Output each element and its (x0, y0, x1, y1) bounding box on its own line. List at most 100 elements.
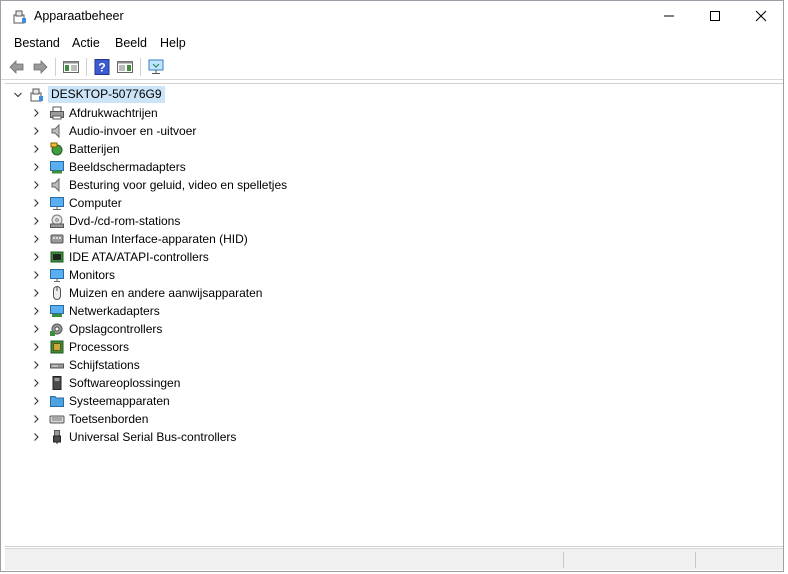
tree-item-printers[interactable]: Afdrukwachtrijen (5, 104, 605, 122)
tree-item-label: Systeemapparaten (69, 394, 170, 408)
tree-item-system-devices[interactable]: Systeemapparaten (5, 392, 605, 410)
computer-icon (50, 197, 64, 210)
battery-icon (50, 142, 63, 156)
toolbar-separator (55, 58, 56, 76)
tree-item-label: Beeldschermadapters (69, 160, 186, 174)
tree-item-label: Monitors (69, 268, 116, 282)
tree-item-audio[interactable]: Audio-invoer en -uitvoer (5, 122, 605, 140)
tree-item-label: Afdrukwachtrijen (69, 106, 158, 120)
monitor-icon (50, 269, 64, 282)
maximize-button[interactable] (692, 1, 738, 31)
tree-item-hid[interactable]: Human Interface-apparaten (HID) (5, 230, 605, 248)
chevron-down-icon[interactable] (13, 90, 23, 100)
chevron-right-icon[interactable] (31, 432, 41, 442)
tree-item-dvd[interactable]: Dvd-/cd-rom-stations (5, 212, 605, 230)
menu-beeld[interactable]: Beeld (115, 36, 147, 50)
tree-item-disk-drives[interactable]: Schijfstations (5, 356, 605, 374)
tree-item-label: Besturing voor geluid, video en spelletj… (69, 178, 288, 192)
device-manager-window: Apparaatbeheer Bestand Actie Beeld Help (0, 0, 784, 572)
chevron-right-icon[interactable] (31, 288, 41, 298)
close-icon (755, 10, 767, 22)
menu-help[interactable]: Help (160, 36, 186, 50)
disk-drive-icon (50, 363, 64, 369)
tree-item-label: Softwareoplossingen (69, 376, 181, 390)
tree-root-label[interactable]: DESKTOP-50776G9 (48, 86, 165, 103)
forward-arrow-icon[interactable] (31, 58, 49, 76)
chevron-right-icon[interactable] (31, 144, 41, 154)
chevron-right-icon[interactable] (31, 324, 41, 334)
tree-item-computer[interactable]: Computer (5, 194, 605, 212)
help-icon[interactable]: ? (93, 58, 111, 76)
system-devices-icon (50, 396, 64, 407)
maximize-icon (710, 11, 720, 21)
tree-item-storage-controllers[interactable]: Opslagcontrollers (5, 320, 605, 338)
tree-item-label: Human Interface-apparaten (HID) (69, 232, 248, 246)
close-button[interactable] (738, 1, 784, 31)
device-manager-app-icon (13, 10, 26, 24)
minimize-button[interactable] (646, 1, 692, 31)
toolbar-separator (140, 58, 141, 76)
chevron-right-icon[interactable] (31, 216, 41, 226)
tree-item-usb[interactable]: Universal Serial Bus-controllers (5, 428, 605, 446)
tree-item-label: Audio-invoer en -uitvoer (69, 124, 197, 138)
storage-controller-icon (50, 323, 63, 336)
network-adapter-icon (50, 305, 64, 317)
tree-item-batteries[interactable]: Batterijen (5, 140, 605, 158)
chevron-right-icon[interactable] (31, 162, 41, 172)
chevron-right-icon[interactable] (31, 414, 41, 424)
chevron-right-icon[interactable] (31, 198, 41, 208)
tree-item-label: Batterijen (69, 142, 120, 156)
chevron-right-icon[interactable] (31, 378, 41, 388)
tree-item-label: Processors (69, 340, 130, 354)
tree-item-processors[interactable]: Processors (5, 338, 605, 356)
action-pane-icon[interactable] (116, 58, 134, 76)
tree-item-keyboards[interactable]: Toetsenborden (5, 410, 605, 428)
status-separator (563, 552, 564, 568)
minimize-icon (664, 15, 674, 17)
ide-controller-icon (50, 251, 64, 263)
device-tree[interactable]: DESKTOP-50776G9 Afdrukwachtrijen Audio-i… (5, 83, 783, 547)
chevron-right-icon[interactable] (31, 306, 41, 316)
monitor-network-icon[interactable] (147, 58, 165, 76)
tree-item-label: Universal Serial Bus-controllers (69, 430, 237, 444)
toolbar: ? (1, 54, 783, 80)
menu-actie[interactable]: Actie (72, 36, 100, 50)
status-separator (695, 552, 696, 568)
chevron-right-icon[interactable] (31, 180, 41, 190)
chevron-right-icon[interactable] (31, 234, 41, 244)
tree-item-software-components[interactable]: Softwareoplossingen (5, 374, 605, 392)
chevron-right-icon[interactable] (31, 396, 41, 406)
back-arrow-icon[interactable] (8, 58, 26, 76)
chevron-right-icon[interactable] (31, 108, 41, 118)
title-bar[interactable]: Apparaatbeheer (1, 1, 783, 31)
tree-item-mice[interactable]: Muizen en andere aanwijsapparaten (5, 284, 605, 302)
properties-pane-icon[interactable] (62, 58, 80, 76)
tree-item-label: Schijfstations (69, 358, 140, 372)
keyboard-icon (49, 415, 65, 424)
tree-item-ide[interactable]: IDE ATA/ATAPI-controllers (5, 248, 605, 266)
menu-bestand[interactable]: Bestand (14, 36, 60, 50)
chevron-right-icon[interactable] (31, 342, 41, 352)
tree-root-row[interactable]: DESKTOP-50776G9 (5, 86, 605, 104)
tree-item-monitors[interactable]: Monitors (5, 266, 605, 284)
chevron-right-icon[interactable] (31, 360, 41, 370)
tree-item-label: Computer (69, 196, 122, 210)
chevron-right-icon[interactable] (31, 270, 41, 280)
tree-item-label: Netwerkadapters (69, 304, 160, 318)
menu-bar: Bestand Actie Beeld Help (1, 32, 783, 54)
tree-item-label: Toetsenborden (69, 412, 149, 426)
software-component-icon (52, 376, 62, 390)
status-bar (5, 548, 783, 570)
computer-root-icon (30, 88, 43, 102)
chevron-right-icon[interactable] (31, 126, 41, 136)
tree-item-network[interactable]: Netwerkadapters (5, 302, 605, 320)
display-adapter-icon (50, 161, 64, 174)
tree-item-sound-video[interactable]: Besturing voor geluid, video en spelletj… (5, 176, 605, 194)
speaker-icon (51, 123, 60, 139)
chevron-right-icon[interactable] (31, 252, 41, 262)
window-title: Apparaatbeheer (34, 9, 124, 23)
hid-icon (50, 234, 64, 244)
tree-item-display-adapters[interactable]: Beeldschermadapters (5, 158, 605, 176)
tree-item-label: IDE ATA/ATAPI-controllers (69, 250, 209, 264)
printer-icon (50, 106, 64, 120)
